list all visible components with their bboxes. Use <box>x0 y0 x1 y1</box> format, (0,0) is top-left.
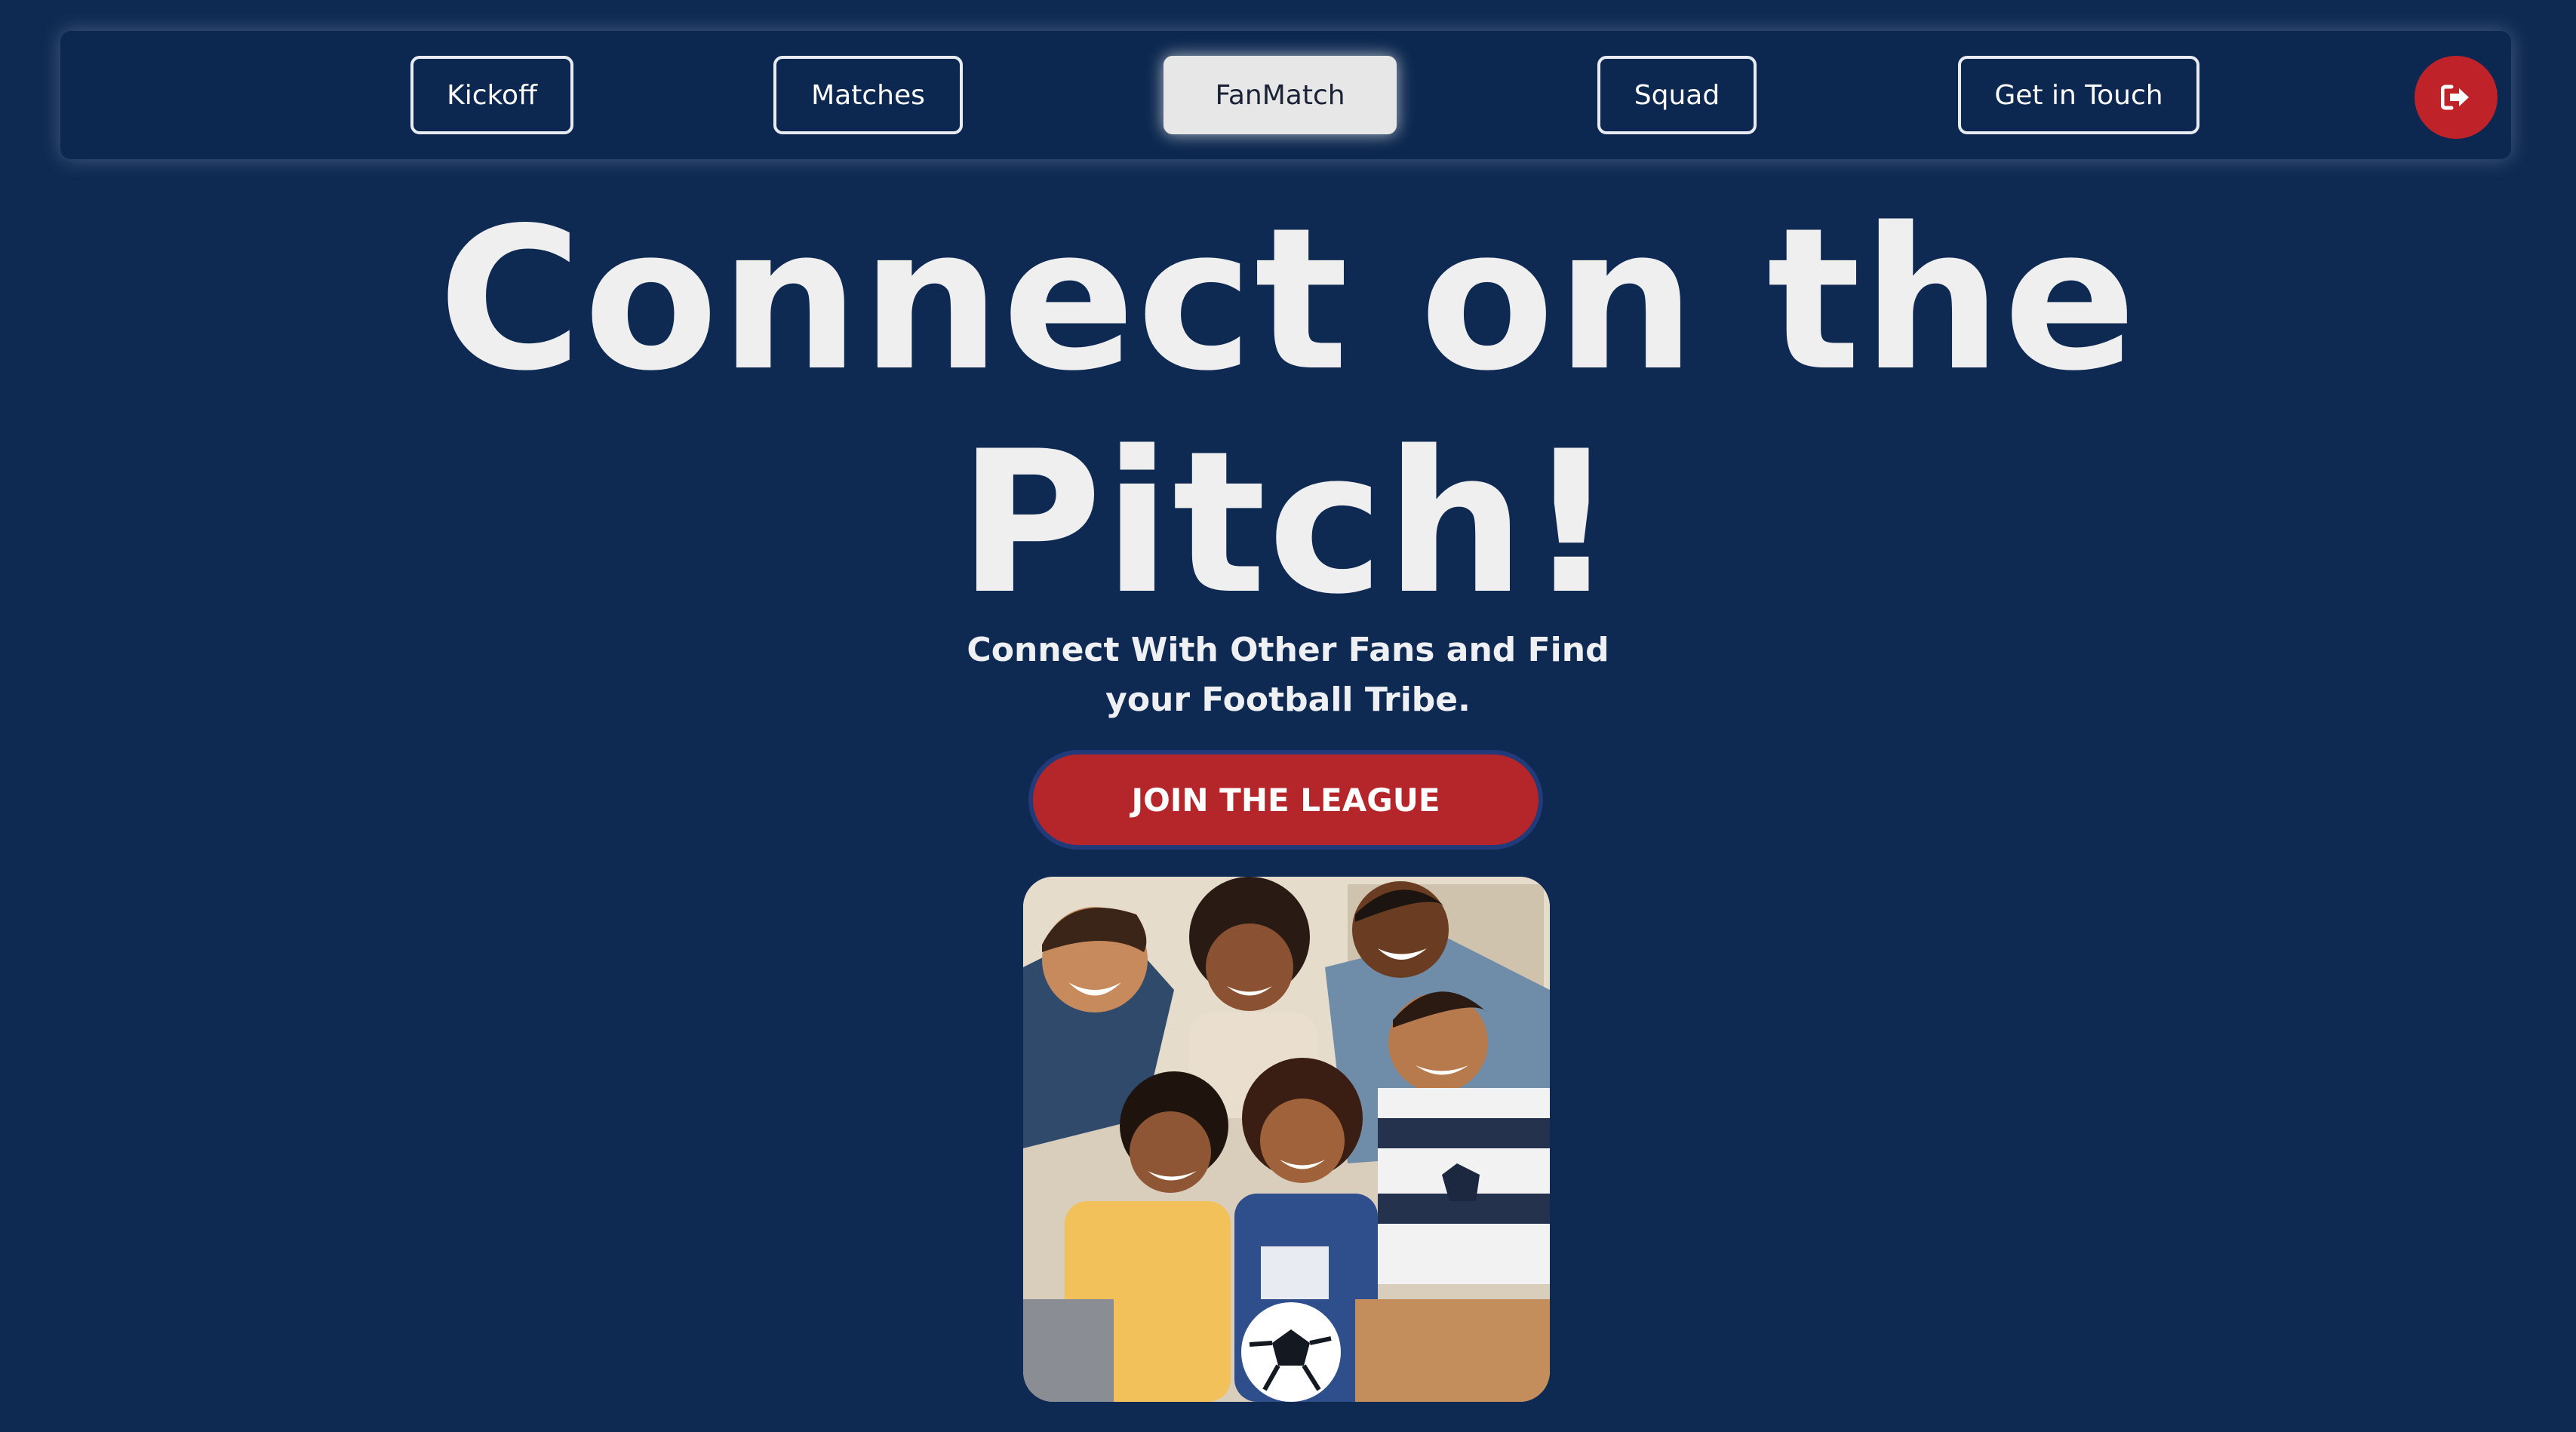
hero-subtitle-line-1: Connect With Other Fans and Find <box>967 631 1609 669</box>
hero-headline: Connect on the Pitch! <box>0 189 2576 635</box>
nav-fanmatch-button[interactable]: FanMatch <box>1164 56 1397 134</box>
hero-subtitle-line-2: your Football Tribe. <box>1105 681 1471 719</box>
hero-headline-line-2: Pitch! <box>958 410 1618 638</box>
nav-squad-button[interactable]: Squad <box>1597 56 1757 134</box>
logout-icon <box>2441 85 2469 110</box>
nav-kickoff-button[interactable]: Kickoff <box>410 56 573 134</box>
join-the-league-button[interactable]: JOIN THE LEAGUE <box>1028 750 1543 850</box>
top-navbar: Kickoff Matches FanMatch Squad Get in To… <box>60 31 2511 159</box>
hero-subtitle: Connect With Other Fans and Find your Fo… <box>948 625 1628 725</box>
fans-illustration-art <box>1023 877 1550 1402</box>
nav-matches-button[interactable]: Matches <box>773 56 963 134</box>
nav-get-in-touch-button[interactable]: Get in Touch <box>1958 56 2199 134</box>
hero-headline-line-1: Connect on the <box>438 186 2138 414</box>
fans-celebrating-illustration <box>1023 877 1550 1402</box>
logout-button[interactable] <box>2415 56 2498 139</box>
